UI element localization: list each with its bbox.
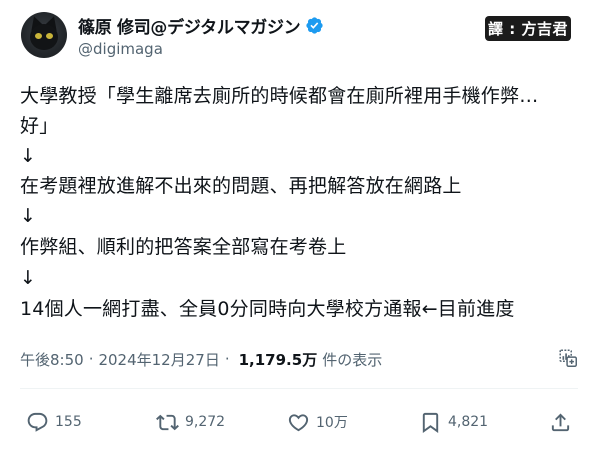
heart-icon xyxy=(288,413,309,431)
meta-separator: · xyxy=(224,350,230,368)
tweet-text-line: 好」 xyxy=(20,115,59,137)
avatar-eye-right xyxy=(46,33,53,39)
reply-button[interactable]: 155 xyxy=(26,408,82,436)
avatar[interactable] xyxy=(21,12,67,58)
author-name-row: 篠原 修司@デジタルマガジン xyxy=(78,13,324,38)
retweet-count: 9,272 xyxy=(185,414,226,430)
tweet-text-line: ↓ xyxy=(20,205,37,227)
verified-badge-icon[interactable] xyxy=(305,16,324,35)
author-handle[interactable]: @digimaga xyxy=(78,40,163,58)
tweet-text-line: 作弊組、順利的把答案全部寫在考卷上 xyxy=(20,236,347,258)
divider xyxy=(20,388,578,389)
share-button[interactable] xyxy=(549,408,572,436)
views-label: 件の表示 xyxy=(322,350,383,369)
bookmark-icon xyxy=(422,412,439,433)
tweet-text-line: ↓ xyxy=(20,145,37,167)
tweet-time[interactable]: 午後8:50 xyxy=(20,349,84,370)
bookmark-button[interactable]: 4,821 xyxy=(419,408,488,436)
avatar-eye-left xyxy=(35,33,42,39)
author-display-name[interactable]: 篠原 修司@デジタルマガジン xyxy=(78,13,301,38)
tweet-text-line: ↓ xyxy=(20,267,37,289)
reply-count: 155 xyxy=(55,414,82,430)
tweet-meta: 午後8:50 · 2024年12月27日 · 1,179.5万 件の表示 xyxy=(20,348,382,370)
views-count: 1,179.5万 xyxy=(238,350,318,369)
avatar-cat-head xyxy=(30,24,58,50)
reply-icon xyxy=(27,412,48,432)
like-count: 10万 xyxy=(316,415,348,431)
translator-watermark: 譯 : 方吉君 xyxy=(485,16,571,41)
tweet-date[interactable]: 2024年12月27日 xyxy=(98,349,219,370)
tweet-card: 篠原 修司@デジタルマガジン @digimaga 譯 : 方吉君 大學教授「學生… xyxy=(0,0,598,451)
tweet-text-line: 在考題裡放進解不出來的問題、再把解答放在網路上 xyxy=(20,175,462,197)
meta-separator: · xyxy=(88,350,94,368)
bookmark-count: 4,821 xyxy=(448,414,489,430)
tweet-text-line: 14個人一網打盡、全員0分同時向大學校方通報←目前進度 xyxy=(20,298,515,320)
like-button[interactable]: 10万 xyxy=(287,408,348,436)
retweet-icon xyxy=(156,414,179,430)
share-icon xyxy=(551,412,570,431)
analytics-icon[interactable] xyxy=(557,347,579,369)
retweet-button[interactable]: 9,272 xyxy=(156,408,225,436)
tweet-text-line: 大學教授「學生離席去廁所的時候都會在廁所裡用手機作弊… xyxy=(20,85,539,107)
